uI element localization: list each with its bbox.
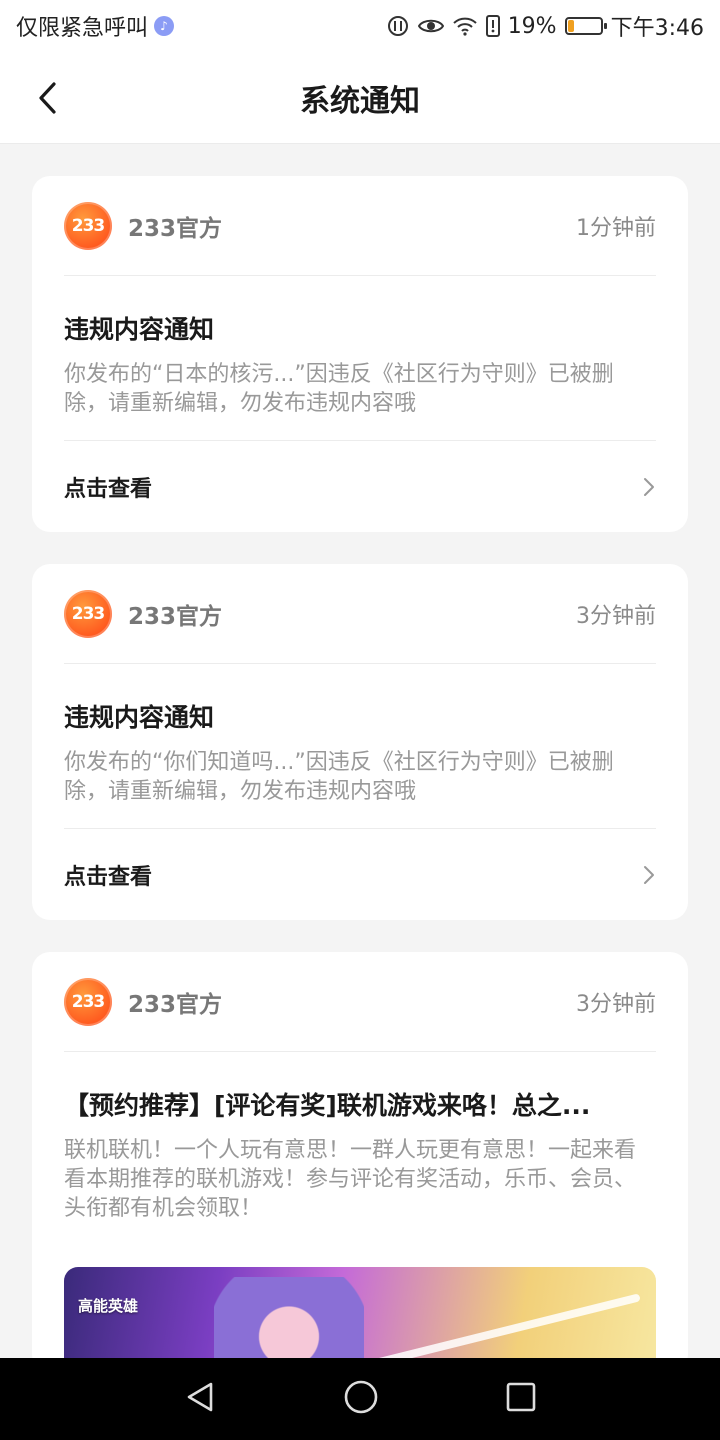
avatar: 233 — [64, 201, 112, 250]
timestamp: 3分钟前 — [576, 603, 656, 629]
sender-name: 233官方 — [128, 215, 223, 242]
system-nav-bar — [0, 1358, 720, 1440]
status-bar: 仅限紧急呼叫 ♪ 19% 下午3:46 — [0, 0, 720, 52]
card-header: 233 233官方 1分钟前 — [64, 176, 656, 276]
promo-banner-image[interactable]: 高能英雄 — [64, 1267, 656, 1372]
notification-card[interactable]: 233 233官方 3分钟前 违规内容通知 你发布的“你们知道吗...”因违反《… — [32, 564, 688, 920]
top-nav: 系统通知 — [0, 52, 720, 144]
wifi-icon — [452, 16, 478, 36]
notification-list: 233 233官方 1分钟前 违规内容通知 你发布的“日本的核污...”因违反《… — [32, 176, 688, 1404]
clock: 下午3:46 — [610, 16, 704, 41]
chevron-right-icon — [644, 477, 654, 496]
sender-name: 233官方 — [128, 603, 223, 630]
view-details-label: 点击查看 — [64, 476, 153, 502]
carrier-text: 仅限紧急呼叫 — [16, 16, 149, 41]
card-header: 233 233官方 3分钟前 — [64, 564, 656, 664]
notification-card[interactable]: 233 233官方 3分钟前 【预约推荐】[评论有奖]联机游戏来咯！总之... … — [32, 952, 688, 1372]
chevron-left-icon — [39, 82, 56, 114]
data-icon — [386, 14, 410, 38]
music-icon: ♪ — [154, 16, 175, 36]
sender-name: 233官方 — [128, 991, 223, 1018]
avatar: 233 — [64, 977, 112, 1026]
battery-percent: 19% — [507, 13, 557, 39]
notification-body: 你发布的“你们知道吗...”因违反《社区行为守则》已被删除，请重新编辑，勿发布违… — [64, 750, 614, 804]
view-details-row[interactable]: 点击查看 — [64, 440, 656, 532]
back-triangle-icon[interactable] — [183, 1380, 217, 1418]
back-button[interactable] — [24, 74, 72, 122]
notification-body: 你发布的“日本的核污...”因违反《社区行为守则》已被删除，请重新编辑，勿发布违… — [64, 362, 614, 416]
card-header: 233 233官方 3分钟前 — [64, 952, 656, 1052]
notification-title: 违规内容通知 — [64, 315, 215, 344]
notification-card[interactable]: 233 233官方 1分钟前 违规内容通知 你发布的“日本的核污...”因违反《… — [32, 176, 688, 532]
eye-icon — [417, 16, 444, 36]
page-title: 系统通知 — [300, 83, 420, 119]
chevron-right-icon — [644, 865, 654, 884]
game-logo: 高能英雄 — [78, 1297, 139, 1315]
notification-title: 【预约推荐】[评论有奖]联机游戏来咯！总之... — [64, 1091, 591, 1120]
notification-title: 违规内容通知 — [64, 703, 215, 732]
battery-icon — [564, 17, 607, 35]
notification-body: 联机联机！一个人玩有意思！一群人玩更有意思！一起来看看本期推荐的联机游戏！参与评… — [64, 1138, 637, 1221]
view-details-label: 点击查看 — [64, 864, 153, 890]
avatar: 233 — [64, 589, 112, 638]
timestamp: 1分钟前 — [576, 215, 656, 241]
recents-square-icon[interactable] — [505, 1381, 537, 1417]
sim-icon — [485, 15, 500, 37]
timestamp: 3分钟前 — [576, 991, 656, 1017]
home-circle-icon[interactable] — [343, 1379, 379, 1419]
view-details-row[interactable]: 点击查看 — [64, 828, 656, 920]
